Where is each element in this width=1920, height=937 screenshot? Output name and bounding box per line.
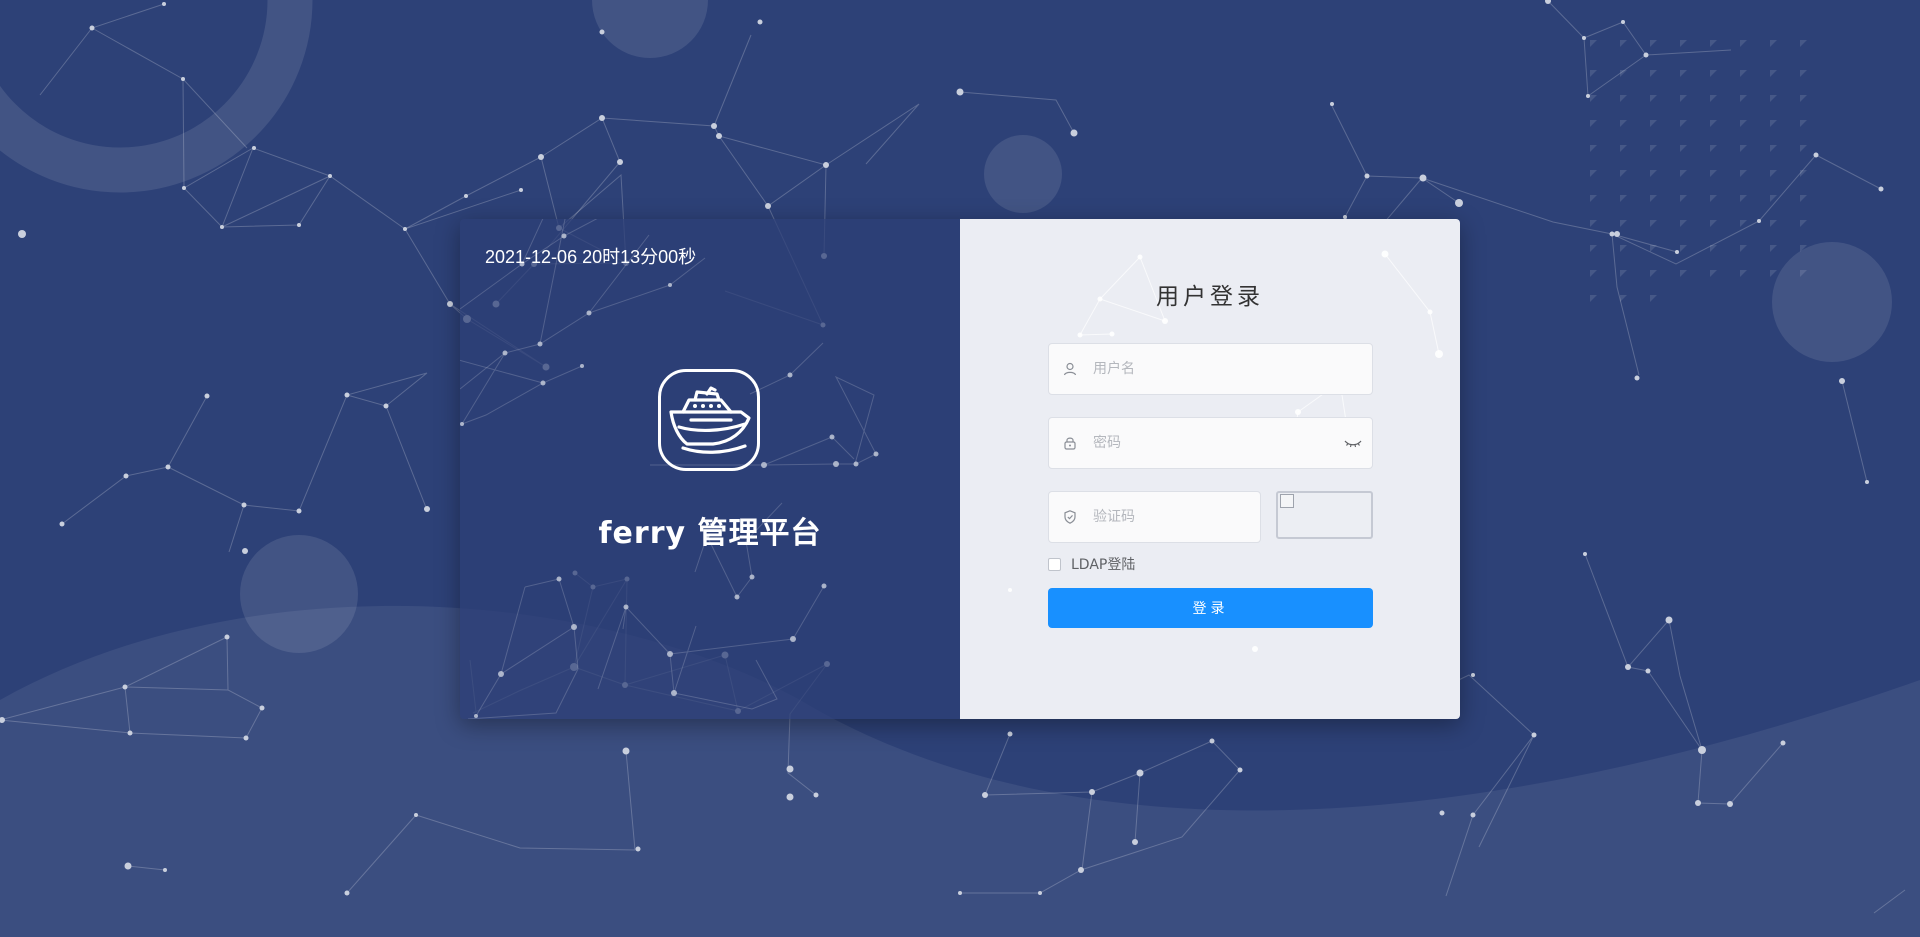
current-datetime: 2021-12-06 20时13分00秒	[485, 247, 697, 267]
password-input[interactable]	[1093, 418, 1333, 468]
shield-icon	[1064, 510, 1076, 524]
user-icon	[1063, 362, 1077, 376]
lock-icon	[1064, 437, 1076, 450]
captcha-field[interactable]	[1048, 491, 1261, 543]
captcha-image[interactable]	[1276, 491, 1373, 539]
login-panel: 用户登录 用户名 验证码 LDAP登陆 登录	[960, 219, 1460, 719]
login-card: 2021-12-06 20时13分00秒 ferry 管理平台 用户登录 用户名…	[460, 219, 1460, 719]
ldap-checkbox[interactable]	[1048, 557, 1061, 571]
eye-closed-icon[interactable]	[1344, 435, 1362, 451]
brand-panel: 2021-12-06 20时13分00秒 ferry 管理平台	[460, 219, 960, 719]
login-title: 用户登录	[1156, 284, 1264, 310]
ship-icon	[658, 369, 760, 471]
captcha-input[interactable]	[1093, 492, 1253, 542]
ldap-label[interactable]: LDAP登陆	[1071, 554, 1135, 574]
brand-title: ferry 管理平台	[598, 516, 822, 551]
username-field[interactable]	[1048, 343, 1373, 395]
username-input[interactable]	[1093, 344, 1333, 394]
broken-image-icon	[1280, 494, 1294, 508]
ldap-option[interactable]: LDAP登陆	[1048, 555, 1135, 573]
login-page: 2021-12-06 20时13分00秒 ferry 管理平台 用户登录 用户名…	[0, 0, 1920, 937]
password-field[interactable]	[1048, 417, 1373, 469]
login-button[interactable]: 登录	[1048, 588, 1373, 628]
